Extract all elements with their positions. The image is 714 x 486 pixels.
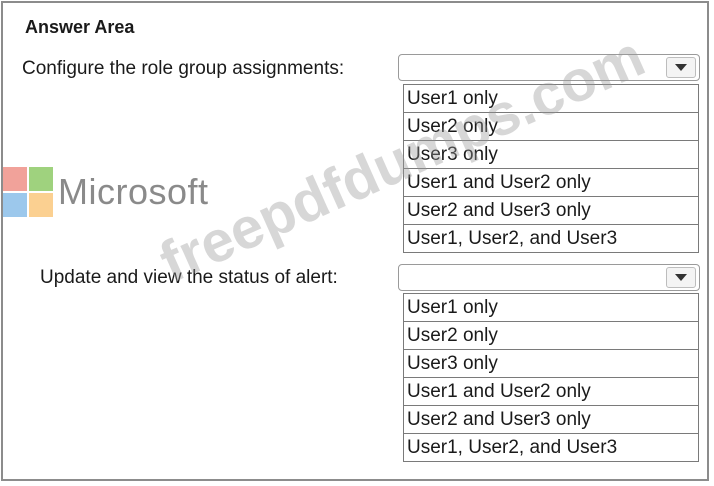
question-2-dropdown[interactable] [398, 264, 700, 291]
question-1-option[interactable]: User1 and User2 only [404, 169, 698, 197]
question-2-prompt: Update and view the status of alert: [40, 267, 338, 288]
microsoft-logo-text: Microsoft [58, 171, 209, 212]
question-1-dropdown[interactable] [398, 54, 700, 81]
answer-area-title: Answer Area [25, 17, 135, 37]
question-2-option[interactable]: User1 and User2 only [404, 378, 698, 406]
chevron-down-icon [675, 274, 687, 281]
logo-square-blue [3, 193, 27, 217]
question-2-dropdown-toggle[interactable] [666, 267, 696, 288]
question-1-option[interactable]: User2 only [404, 113, 698, 141]
question-2-option[interactable]: User3 only [404, 350, 698, 378]
question-1-option[interactable]: User3 only [404, 141, 698, 169]
question-2-option[interactable]: User1, User2, and User3 [404, 434, 698, 462]
question-1-prompt: Configure the role group assignments: [22, 58, 345, 79]
question-2-options-list: User1 only User2 only User3 only User1 a… [403, 293, 699, 462]
question-1-options-list: User1 only User2 only User3 only User1 a… [403, 84, 699, 253]
logo-square-red [3, 167, 27, 191]
question-1-option[interactable]: User2 and User3 only [404, 197, 698, 225]
question-1-dropdown-toggle[interactable] [666, 57, 696, 78]
question-1-option[interactable]: User1, User2, and User3 [404, 225, 698, 253]
question-1-option[interactable]: User1 only [404, 85, 698, 113]
logo-square-yellow [29, 193, 53, 217]
question-2-option[interactable]: User2 only [404, 322, 698, 350]
question-2-option[interactable]: User1 only [404, 294, 698, 322]
logo-square-green [29, 167, 53, 191]
chevron-down-icon [675, 64, 687, 71]
question-2-option[interactable]: User2 and User3 only [404, 406, 698, 434]
